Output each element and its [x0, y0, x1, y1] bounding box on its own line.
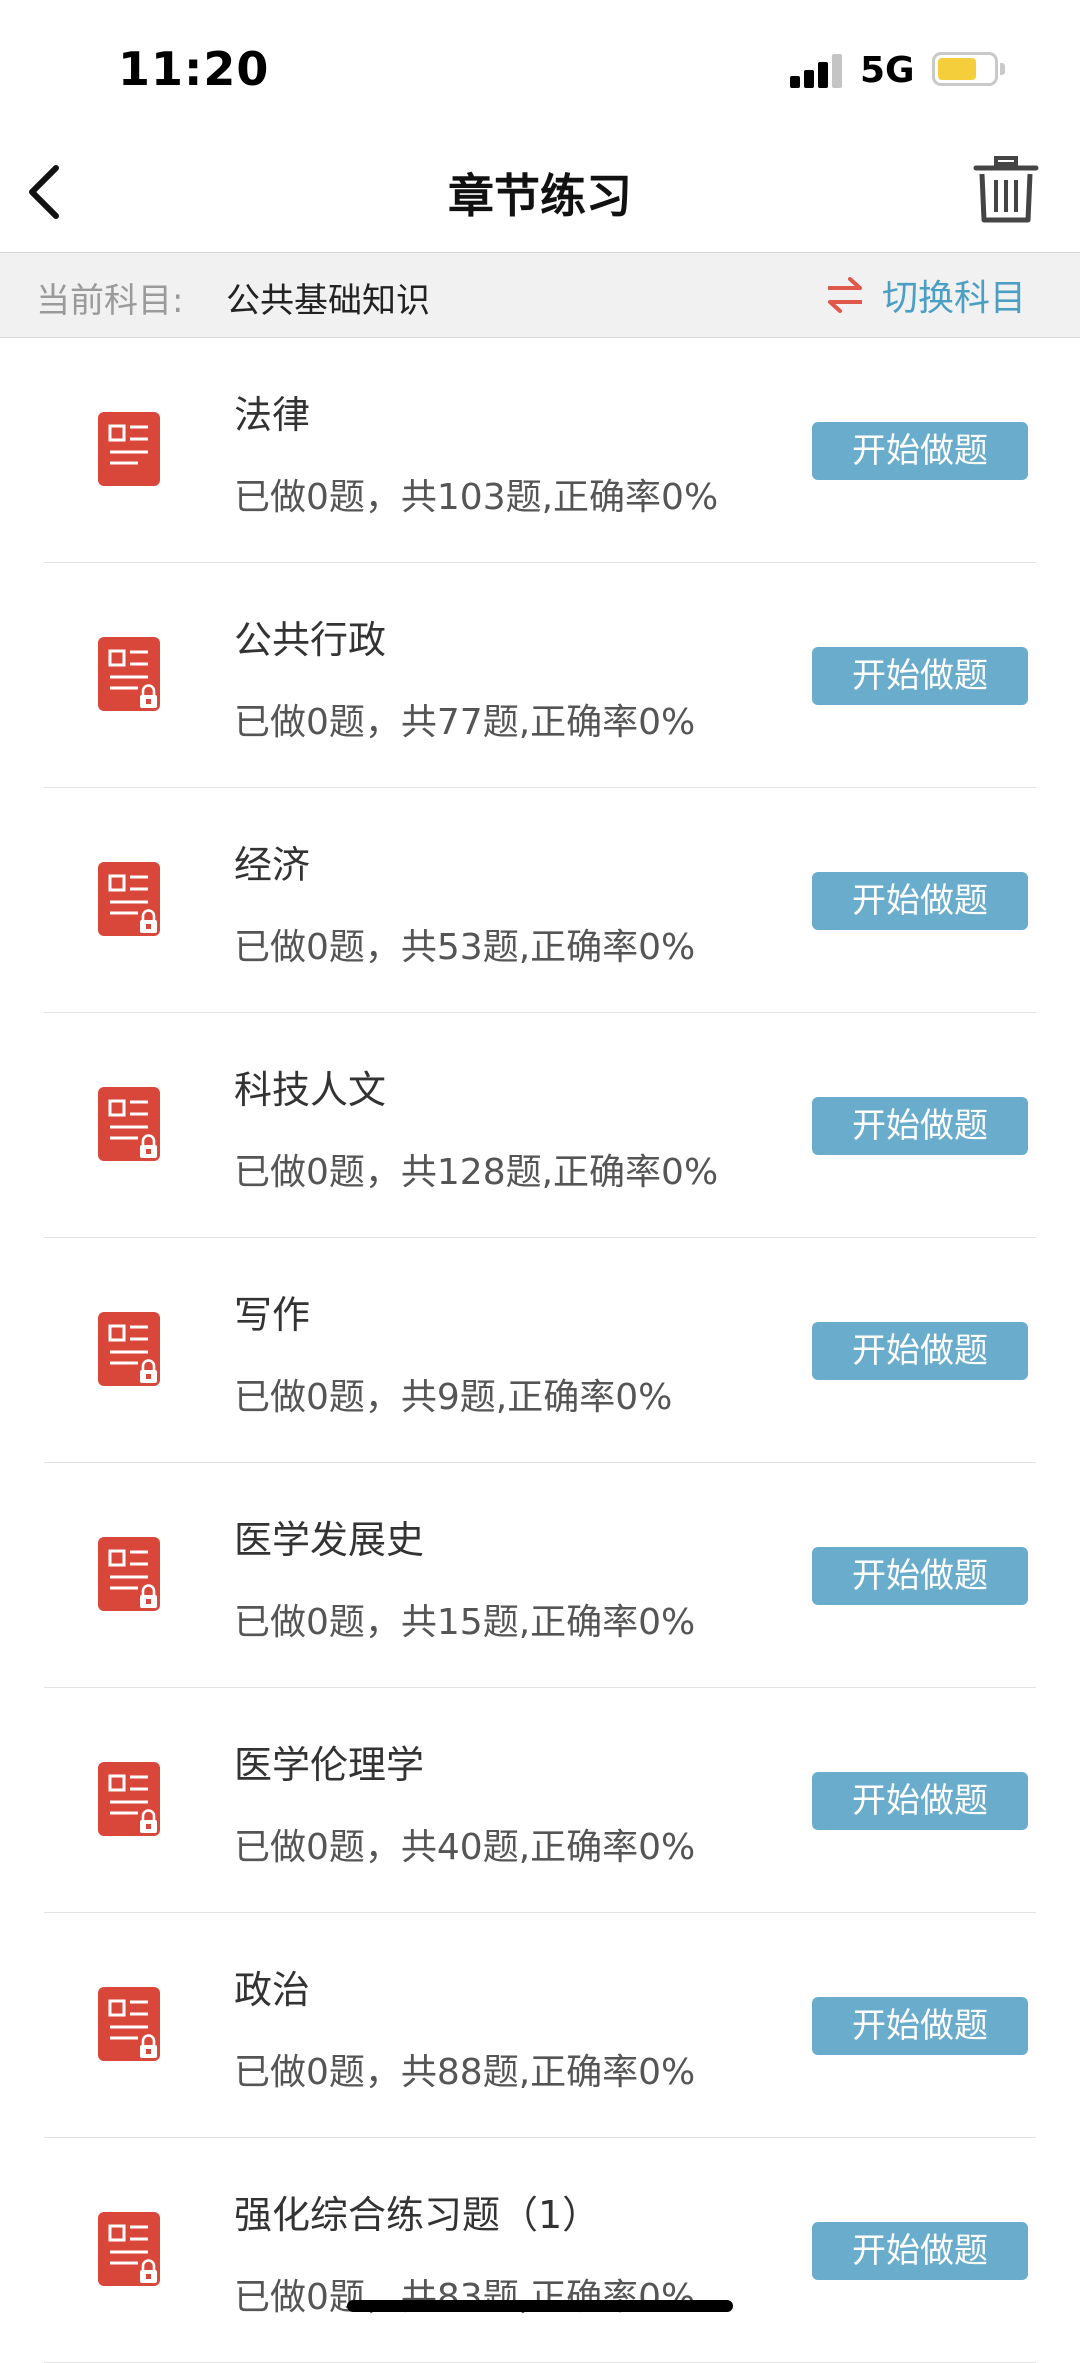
list-item: 医学发展史 已做0题，共15题,正确率0% 开始做题 [0, 1463, 1080, 1688]
list-item: 写作 已做0题，共9题,正确率0% 开始做题 [0, 1238, 1080, 1463]
document-icon [98, 1762, 160, 1836]
page-title: 章节练习 [448, 169, 632, 223]
battery-icon [932, 52, 998, 86]
list-item: 法律 已做0题，共103题,正确率0% 开始做题 [0, 338, 1080, 563]
document-icon [98, 1987, 160, 2061]
cellular-signal-icon [790, 54, 844, 88]
chapter-title: 法律 [234, 393, 311, 437]
start-practice-button[interactable]: 开始做题 [812, 1547, 1028, 1605]
chapter-title: 写作 [234, 1293, 311, 1337]
document-icon [98, 412, 160, 486]
chapter-stats: 已做0题，共40题,正确率0% [234, 1827, 696, 1868]
home-indicator[interactable] [347, 2300, 733, 2312]
start-practice-button[interactable]: 开始做题 [812, 1322, 1028, 1380]
battery-cap [1000, 63, 1005, 75]
subject-label: 当前科目: [36, 281, 184, 321]
start-practice-button[interactable]: 开始做题 [812, 1097, 1028, 1155]
chapter-stats: 已做0题，共15题,正确率0% [234, 1602, 696, 1643]
chapter-title: 经济 [234, 843, 311, 887]
start-practice-button[interactable]: 开始做题 [812, 422, 1028, 480]
list-item: 经济 已做0题，共53题,正确率0% 开始做题 [0, 788, 1080, 1013]
list-item: 公共行政 已做0题，共77题,正确率0% 开始做题 [0, 563, 1080, 788]
chapter-stats: 已做0题，共77题,正确率0% [234, 702, 696, 743]
start-practice-button[interactable]: 开始做题 [812, 1772, 1028, 1830]
chapter-stats: 已做0题，共9题,正确率0% [234, 1377, 673, 1418]
list-item: 强化综合练习题（1） 已做0题，共83题,正确率0% 开始做题 [0, 2138, 1080, 2363]
chapter-title: 政治 [234, 1968, 311, 2012]
chapter-title: 医学发展史 [234, 1518, 425, 1562]
chapter-title: 科技人文 [234, 1068, 387, 1112]
chapter-title: 公共行政 [234, 618, 387, 662]
chapter-stats: 已做0题，共128题,正确率0% [234, 1152, 719, 1193]
list-item: 医学伦理学 已做0题，共40题,正确率0% 开始做题 [0, 1688, 1080, 1913]
network-type: 5G [860, 50, 915, 91]
subject-value: 公共基础知识 [226, 281, 430, 321]
switch-subject-label: 切换科目 [882, 278, 1027, 319]
chapter-stats: 已做0题，共53题,正确率0% [234, 927, 696, 968]
start-practice-button[interactable]: 开始做题 [812, 2222, 1028, 2280]
trash-icon [973, 156, 1039, 223]
nav-bar: 章节练习 [0, 130, 1080, 252]
document-icon [98, 862, 160, 936]
chapter-stats: 已做0题，共103题,正确率0% [234, 477, 719, 518]
list-item: 政治 已做0题，共88题,正确率0% 开始做题 [0, 1913, 1080, 2138]
document-icon [98, 1087, 160, 1161]
chapter-stats: 已做0题，共88题,正确率0% [234, 2052, 696, 2093]
subject-bar: 当前科目: 公共基础知识 切换科目 [0, 252, 1080, 338]
start-practice-button[interactable]: 开始做题 [812, 872, 1028, 930]
battery-level [938, 58, 976, 80]
document-icon [98, 2212, 160, 2286]
document-icon [98, 637, 160, 711]
chapter-stats: 已做0题，共83题,正确率0% [234, 2277, 696, 2318]
start-practice-button[interactable]: 开始做题 [812, 647, 1028, 705]
chapter-title: 医学伦理学 [234, 1743, 425, 1787]
document-icon [98, 1537, 160, 1611]
start-practice-button[interactable]: 开始做题 [812, 1997, 1028, 2055]
status-time: 11:20 [118, 42, 270, 96]
switch-subject-button[interactable]: 切换科目 [826, 267, 1026, 323]
status-bar: 11:20 5G [0, 0, 1080, 130]
trash-button[interactable] [972, 154, 1040, 226]
chapter-title: 强化综合练习题（1） [234, 2193, 601, 2237]
swap-arrows-icon [828, 277, 862, 313]
chapter-list: 法律 已做0题，共103题,正确率0% 开始做题 公共行政 已做0题，共77题,… [0, 338, 1080, 2363]
document-icon [98, 1312, 160, 1386]
list-item: 科技人文 已做0题，共128题,正确率0% 开始做题 [0, 1013, 1080, 1238]
